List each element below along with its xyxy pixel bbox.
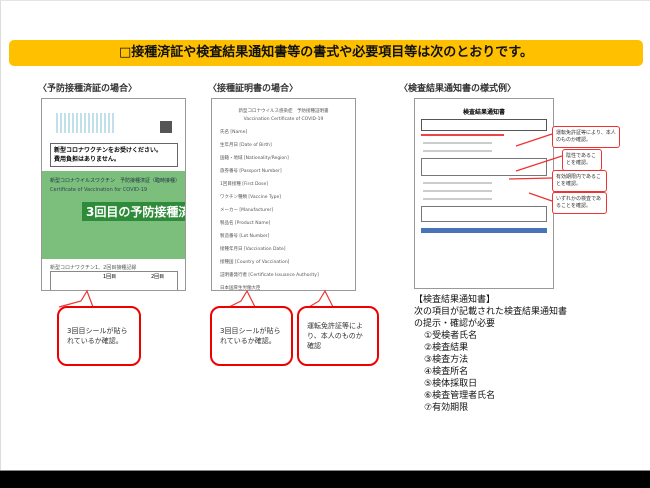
- requirement-item: ⑥検査管理者氏名: [424, 391, 496, 401]
- footer-bar: [0, 470, 650, 488]
- requirement-item: ⑤検体採取日: [424, 379, 478, 389]
- bubble-identity-check: 運転免許証等により、本人のものか確認: [297, 306, 379, 366]
- requirement-item: ④検査所名: [424, 367, 469, 377]
- slide: □接種済証や検査結果通知書等の書式や必要項目等は次のとおりです。 〈予防接種済証…: [0, 0, 650, 470]
- requirements-list: 【検査結果通知書】 次の項目が記載された検査結果通知書の提示・確認が必要 ①受検…: [414, 294, 574, 414]
- requirement-item: ⑦有効期限: [424, 403, 469, 413]
- requirements-heading: 【検査結果通知書】: [414, 295, 496, 305]
- requirement-item: ③検査方法: [424, 355, 469, 365]
- bubble-third-sticker-certificate: 3回目シールが貼られているか確認。: [210, 306, 293, 366]
- requirement-item: ①受検者氏名: [424, 331, 478, 341]
- requirements-intro: 次の項目が記載された検査結果通知書の提示・確認が必要: [414, 307, 568, 329]
- requirement-item: ②検査結果: [424, 343, 469, 353]
- bubble-third-sticker-record: 3回目シールが貼られているか確認。: [57, 306, 141, 366]
